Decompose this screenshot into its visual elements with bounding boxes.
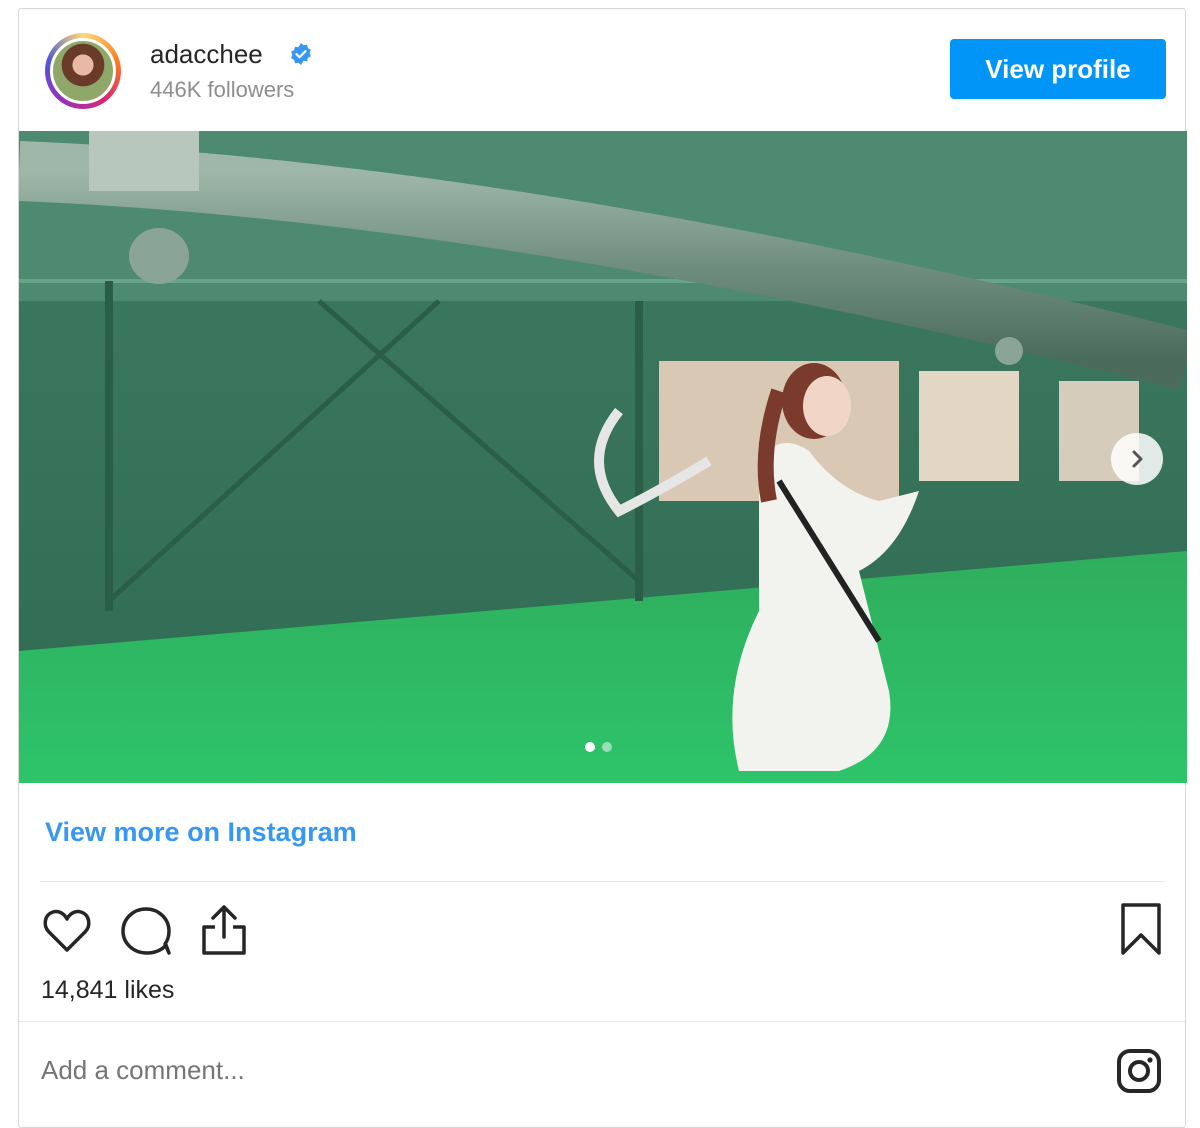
carousel-dot[interactable] <box>585 742 595 752</box>
carousel-dot[interactable] <box>602 742 612 752</box>
post-header: adacchee 446K followers View profile <box>19 9 1185 131</box>
view-more-link[interactable]: View more on Instagram <box>45 817 357 848</box>
post-media[interactable] <box>19 131 1187 783</box>
instagram-logo-icon[interactable] <box>1115 1047 1163 1095</box>
divider <box>41 881 1165 882</box>
like-count[interactable]: 14,841 likes <box>41 976 174 1005</box>
view-profile-button[interactable]: View profile <box>950 39 1166 99</box>
verified-badge-icon <box>291 43 311 65</box>
divider <box>19 1021 1185 1022</box>
carousel-next-button[interactable] <box>1111 433 1163 485</box>
follower-count: 446K followers <box>150 77 295 102</box>
post-photo <box>19 131 1187 783</box>
action-bar <box>19 893 1185 973</box>
comment-input[interactable] <box>41 1055 741 1086</box>
heart-icon[interactable] <box>41 905 93 955</box>
carousel-dots <box>585 742 612 752</box>
comment-icon[interactable] <box>119 905 173 957</box>
share-icon[interactable] <box>199 901 249 957</box>
avatar-image <box>50 38 116 104</box>
username[interactable]: adacchee <box>150 39 263 70</box>
instagram-embed-card: adacchee 446K followers View profile Vie… <box>18 8 1187 1128</box>
chevron-right-icon <box>1132 450 1143 468</box>
avatar[interactable] <box>45 33 121 109</box>
bookmark-icon[interactable] <box>1119 901 1163 957</box>
